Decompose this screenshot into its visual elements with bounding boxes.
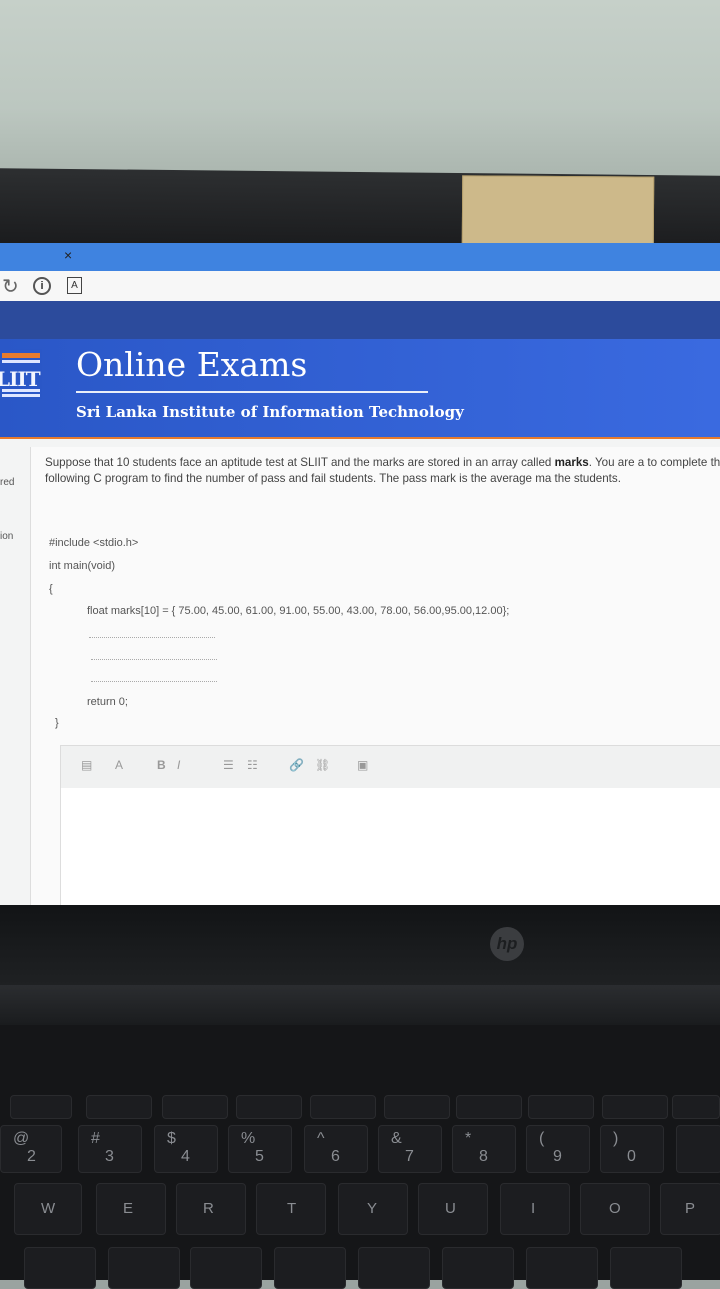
function-key[interactable] bbox=[456, 1095, 522, 1119]
laptop-hinge bbox=[0, 985, 720, 1025]
site-title: Online Exams bbox=[76, 345, 308, 384]
key-3[interactable]: # 3 bbox=[78, 1125, 142, 1173]
site-subtitle: Sri Lanka Institute of Information Techn… bbox=[76, 403, 464, 421]
key-0[interactable]: ) 0 bbox=[600, 1125, 664, 1173]
sidebar-clipped-label-2: ion bbox=[0, 531, 14, 542]
code-declaration: float marks[10] = { 75.00, 45.00, 61.00,… bbox=[87, 605, 510, 617]
key-s[interactable] bbox=[24, 1247, 96, 1289]
question-text: Suppose that 10 students face an aptitud… bbox=[45, 456, 720, 485]
key-r[interactable]: R bbox=[176, 1183, 246, 1235]
key-e[interactable]: E bbox=[96, 1183, 166, 1235]
logo-text: LIIT bbox=[0, 367, 41, 391]
key-d[interactable] bbox=[108, 1247, 180, 1289]
function-key[interactable] bbox=[86, 1095, 152, 1119]
paragraph-format-icon[interactable]: ▤ bbox=[81, 758, 92, 772]
key-w[interactable]: W bbox=[14, 1183, 82, 1235]
sidebar-clipped-label-1: red bbox=[0, 477, 15, 488]
hp-logo: hp bbox=[490, 927, 524, 961]
code-open-brace: { bbox=[49, 583, 53, 595]
editor-toolbar: ▤ A B I ☰ ☷ 🔗 ⛓ ▣ bbox=[60, 745, 720, 789]
wall-background bbox=[0, 0, 720, 180]
key-h[interactable] bbox=[358, 1247, 430, 1289]
info-icon[interactable]: i bbox=[33, 277, 51, 295]
pdf-icon[interactable]: A bbox=[67, 277, 82, 294]
function-key[interactable] bbox=[384, 1095, 450, 1119]
code-blank-line-2 bbox=[91, 659, 217, 660]
function-key[interactable] bbox=[310, 1095, 376, 1119]
key-6[interactable]: ^ 6 bbox=[304, 1125, 368, 1173]
answer-editor[interactable] bbox=[60, 788, 720, 908]
key-7[interactable]: & 7 bbox=[378, 1125, 442, 1173]
key-i[interactable]: I bbox=[500, 1183, 570, 1235]
tab-close-icon[interactable]: × bbox=[64, 247, 72, 263]
page-top-band bbox=[0, 301, 720, 339]
numbered-list-icon[interactable]: ☷ bbox=[247, 758, 258, 772]
function-key[interactable] bbox=[10, 1095, 72, 1119]
key-u[interactable]: U bbox=[418, 1183, 488, 1235]
keyboard: @ 2 # 3 $ 4 % 5 ^ 6 & 7 * 8 ( 9 ) 0 W E … bbox=[0, 1025, 720, 1289]
code-close-brace: } bbox=[55, 717, 59, 729]
function-key[interactable] bbox=[672, 1095, 720, 1119]
bullet-list-icon[interactable]: ☰ bbox=[223, 758, 234, 772]
address-bar[interactable]: ↻ i A bbox=[0, 271, 720, 302]
sliit-logo: LIIT bbox=[0, 349, 42, 399]
key-4[interactable]: $ 4 bbox=[154, 1125, 218, 1173]
code-include: #include <stdio.h> bbox=[49, 537, 139, 549]
key-f[interactable] bbox=[190, 1247, 262, 1289]
link-icon[interactable]: 🔗 bbox=[289, 758, 304, 772]
screen-bottom-bezel bbox=[0, 905, 720, 985]
code-blank-line-3 bbox=[91, 681, 217, 682]
code-return: return 0; bbox=[87, 696, 128, 708]
key-t[interactable]: T bbox=[256, 1183, 326, 1235]
function-key[interactable] bbox=[602, 1095, 668, 1119]
title-divider bbox=[76, 391, 428, 393]
site-header: LIIT Online Exams Sri Lanka Institute of… bbox=[0, 339, 720, 439]
key-k[interactable] bbox=[526, 1247, 598, 1289]
webcam-tape bbox=[461, 175, 655, 247]
italic-button[interactable]: I bbox=[177, 758, 180, 772]
key-g[interactable] bbox=[274, 1247, 346, 1289]
browser-tab-strip: × bbox=[0, 243, 720, 271]
key-minus[interactable] bbox=[676, 1125, 720, 1173]
bold-button[interactable]: B bbox=[157, 758, 166, 772]
key-2[interactable]: @ 2 bbox=[0, 1125, 62, 1173]
key-5[interactable]: % 5 bbox=[228, 1125, 292, 1173]
unlink-icon[interactable]: ⛓ bbox=[315, 758, 330, 772]
key-j[interactable] bbox=[442, 1247, 514, 1289]
function-key[interactable] bbox=[528, 1095, 594, 1119]
font-style-button[interactable]: A bbox=[115, 758, 123, 772]
function-key[interactable] bbox=[162, 1095, 228, 1119]
image-icon[interactable]: ▣ bbox=[357, 758, 368, 772]
key-8[interactable]: * 8 bbox=[452, 1125, 516, 1173]
key-9[interactable]: ( 9 bbox=[526, 1125, 590, 1173]
key-l[interactable] bbox=[610, 1247, 682, 1289]
key-p[interactable]: P bbox=[660, 1183, 720, 1235]
function-key[interactable] bbox=[236, 1095, 302, 1119]
code-blank-line-1 bbox=[89, 637, 215, 638]
reload-icon[interactable]: ↻ bbox=[2, 274, 19, 299]
key-o[interactable]: O bbox=[580, 1183, 650, 1235]
code-main: int main(void) bbox=[49, 560, 116, 572]
key-y[interactable]: Y bbox=[338, 1183, 408, 1235]
laptop-screen: × ↻ i A LIIT Online Exams Sri Lanka Inst… bbox=[0, 243, 720, 908]
